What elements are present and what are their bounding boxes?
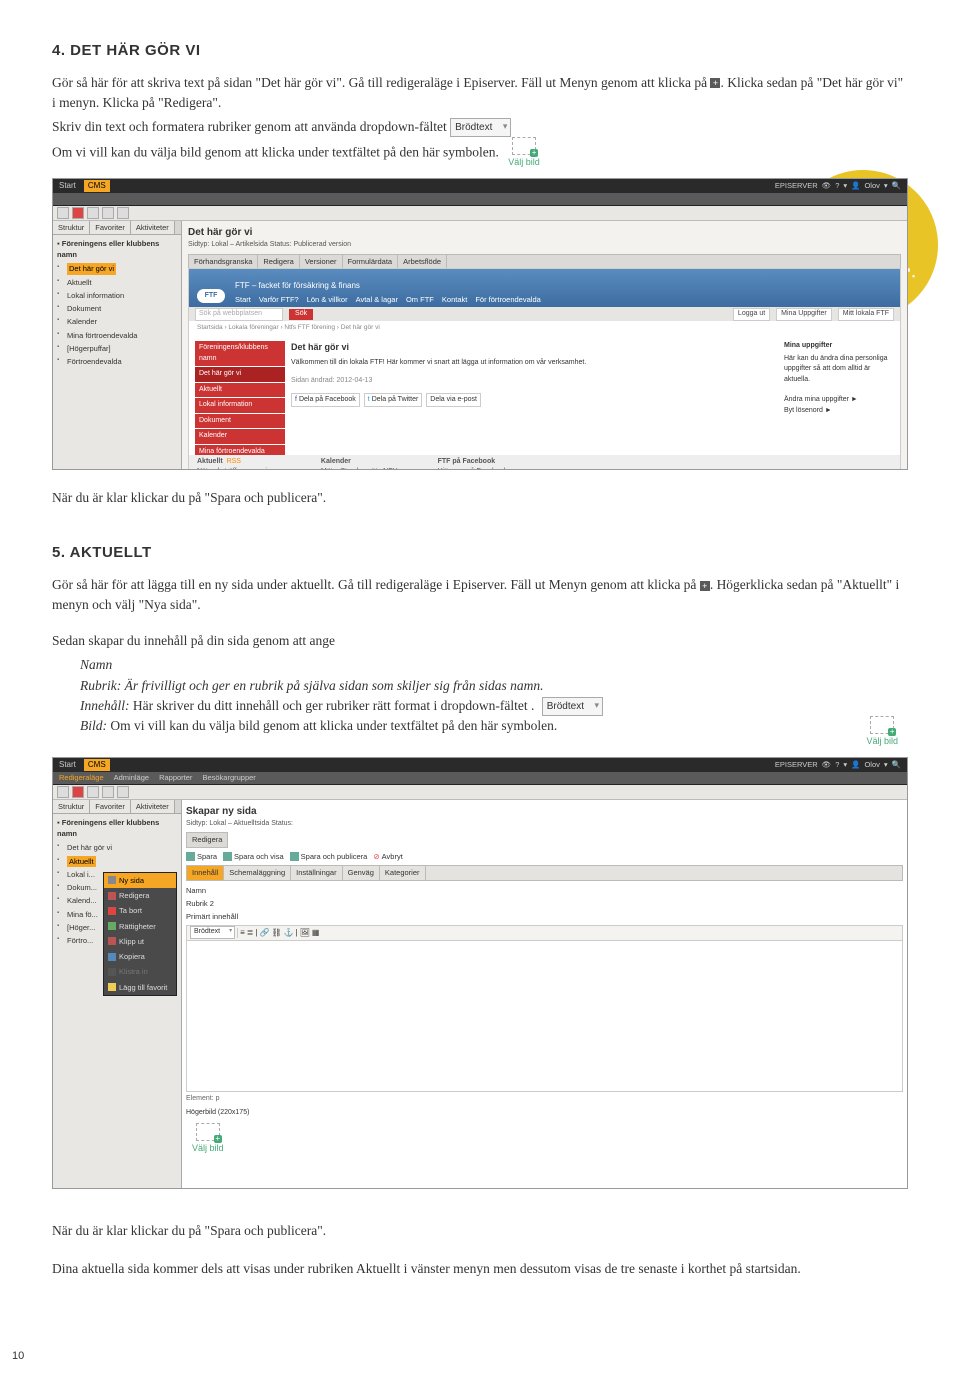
numbered-list-icon: ≣	[247, 927, 254, 939]
search-icon: 🔍	[892, 180, 901, 191]
context-menu[interactable]: Ny sida Redigera Ta bort Rättigheter Kli…	[103, 872, 177, 996]
eye-icon: 👁	[822, 759, 832, 770]
close-icon	[72, 786, 84, 798]
brodtext-dropdown[interactable]: Brödtext	[450, 118, 511, 137]
plus-icon: +	[700, 581, 710, 591]
facebook-icon: f	[295, 395, 297, 406]
new-icon	[108, 876, 116, 884]
cut-icon	[108, 937, 116, 945]
favorite-icon	[108, 983, 116, 991]
valj-bild-icon[interactable]: Välj bild	[866, 716, 898, 749]
save-publish-icon	[290, 852, 299, 861]
section5-heading: 5. AKTUELLT	[52, 542, 908, 565]
valj-bild-icon[interactable]: Välj bild	[508, 137, 540, 170]
section4-para1: Gör så här för att skriva text på sidan …	[52, 73, 908, 114]
paste-icon	[108, 968, 116, 976]
image-icon: 🖼	[300, 927, 310, 939]
user-icon: 👤	[851, 180, 860, 191]
twitter-icon: t	[368, 395, 370, 406]
section5-para1: Gör så här för att lägga till en ny sida…	[52, 575, 908, 616]
eye-icon: 👁	[822, 180, 832, 191]
save-icon	[186, 852, 195, 861]
section4-after: När du är klar klickar du på "Spara och …	[52, 488, 908, 508]
edit-icon	[108, 892, 116, 900]
episerver-preview-screenshot: Start CMS EPISERVER 👁 ?▾ 👤 Olov▾ 🔍 Struk…	[52, 178, 908, 470]
table-icon: ▦	[312, 927, 320, 939]
user-icon: 👤	[851, 759, 860, 770]
cancel-icon: ⊘	[373, 851, 379, 862]
section4-para2: Skriv din text och formatera rubriker ge…	[52, 117, 908, 170]
save-view-icon	[223, 852, 232, 861]
permissions-icon	[108, 922, 116, 930]
copy-icon	[108, 953, 116, 961]
episerver-newpage-screenshot: Start CMS EPISERVER 👁 ?▾ 👤 Olov▾ 🔍 Redig…	[52, 757, 908, 1189]
link-icon: 🔗	[260, 927, 270, 939]
close-icon	[72, 207, 84, 219]
brodtext-dropdown[interactable]: Brödtext	[542, 697, 603, 716]
search-icon: 🔍	[892, 759, 901, 770]
delete-icon	[108, 907, 116, 915]
section4-heading: 4. DET HÄR GÖR VI	[52, 40, 908, 63]
valj-bild-icon[interactable]: Välj bild	[192, 1123, 224, 1156]
unlink-icon: ⛓	[272, 927, 282, 939]
page-number: 10	[12, 1348, 24, 1365]
bullet-list-icon: ≡	[240, 927, 245, 939]
ftf-logo: FTF	[197, 289, 225, 303]
plus-icon: +	[710, 78, 720, 88]
anchor-icon: ⚓	[284, 927, 294, 939]
